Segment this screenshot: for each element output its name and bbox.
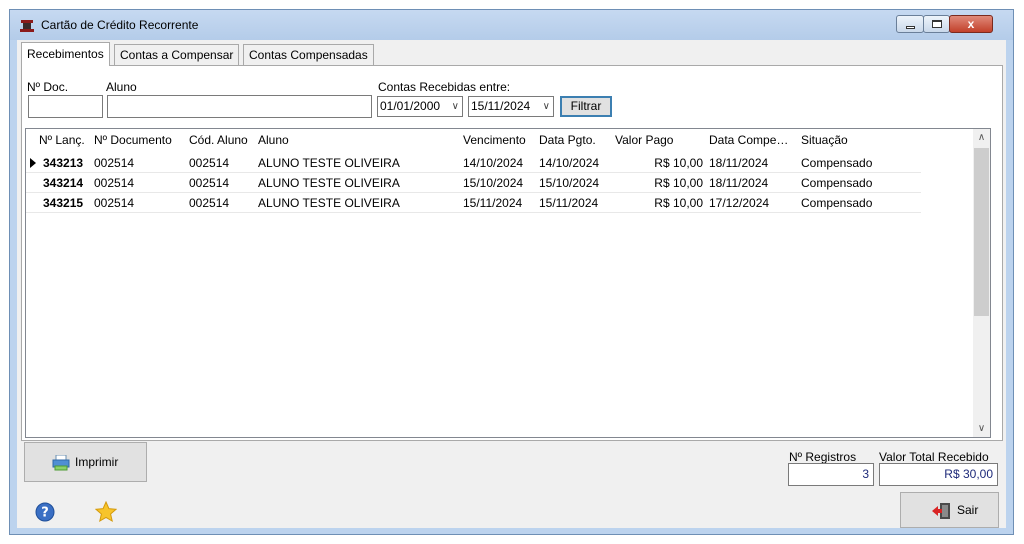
cell-aluno: ALUNO TESTE OLIVEIRA: [258, 176, 400, 190]
doc-label: Nº Doc.: [27, 80, 69, 94]
aluno-input[interactable]: [107, 95, 372, 118]
cell-cod-aluno: 002514: [189, 176, 230, 190]
cell-lanc: 343215: [43, 196, 84, 210]
title-bar[interactable]: Cartão de Crédito Recorrente x: [10, 10, 1013, 40]
current-row-indicator-icon: [30, 158, 36, 168]
cell-vencimento: 15/11/2024: [463, 196, 523, 210]
app-icon: [20, 20, 34, 32]
total-label: Valor Total Recebido: [879, 450, 989, 464]
chevron-down-icon[interactable]: ∨: [543, 97, 550, 116]
cell-valor-pago: R$ 10,00: [654, 156, 703, 170]
maximize-icon: [932, 20, 942, 28]
cell-data-compensacao: 17/12/2024: [709, 196, 770, 210]
cell-lanc: 343214: [43, 176, 84, 190]
cell-cod-aluno: 002514: [189, 156, 230, 170]
records-label: Nº Registros: [789, 450, 857, 464]
doc-number-input[interactable]: [28, 95, 103, 118]
window-title: Cartão de Crédito Recorrente: [41, 18, 199, 32]
printer-icon: [52, 455, 70, 471]
column-header-aluno[interactable]: Aluno: [258, 133, 289, 147]
minimize-button[interactable]: [896, 15, 924, 33]
scroll-down-icon[interactable]: ∨: [973, 423, 990, 434]
vertical-scrollbar[interactable]: ∧ ∨: [973, 129, 990, 437]
cell-data-pgto: 14/10/2024: [539, 156, 600, 170]
maximize-button[interactable]: [923, 15, 950, 33]
minimize-icon: [906, 26, 915, 29]
cell-aluno: ALUNO TESTE OLIVEIRA: [258, 196, 400, 210]
table-row[interactable]: 343215 002514 002514 ALUNO TESTE OLIVEIR…: [26, 193, 921, 213]
column-header-data-pgto[interactable]: Data Pgto.: [539, 133, 596, 147]
date-from-picker[interactable]: 01/01/2000 ∨: [377, 96, 463, 117]
cell-documento: 002514: [94, 196, 135, 210]
cell-situacao: Compensado: [801, 196, 873, 210]
cell-data-compensacao: 18/11/2024: [709, 176, 769, 190]
cell-vencimento: 14/10/2024: [463, 156, 524, 170]
column-header-data-compensacao[interactable]: Data Compe…: [709, 133, 788, 147]
grid-header: Nº Lanç. Nº Documento Cód. Aluno Aluno V…: [26, 129, 921, 151]
receipts-grid[interactable]: Nº Lanç. Nº Documento Cód. Aluno Aluno V…: [25, 128, 991, 438]
cell-valor-pago: R$ 10,00: [654, 196, 703, 210]
exit-door-icon: [932, 503, 950, 519]
cell-documento: 002514: [94, 176, 135, 190]
cell-cod-aluno: 002514: [189, 196, 230, 210]
cell-valor-pago: R$ 10,00: [654, 176, 703, 190]
window-client-area: Recebimentos Contas a Compensar Contas C…: [17, 40, 1006, 528]
cell-situacao: Compensado: [801, 176, 873, 190]
column-header-lanc[interactable]: Nº Lanç.: [39, 133, 85, 147]
column-header-documento[interactable]: Nº Documento: [94, 133, 172, 147]
column-header-vencimento[interactable]: Vencimento: [463, 133, 526, 147]
cell-lanc: 343213: [43, 156, 84, 170]
close-button[interactable]: x: [949, 15, 993, 33]
cell-vencimento: 15/10/2024: [463, 176, 524, 190]
date-to-value: 15/11/2024: [471, 99, 531, 113]
tab-contas-a-compensar[interactable]: Contas a Compensar: [114, 44, 240, 65]
tab-recebimentos[interactable]: Recebimentos: [21, 42, 110, 66]
help-icon[interactable]: ?: [35, 502, 55, 522]
column-header-situacao[interactable]: Situação: [801, 133, 848, 147]
cell-data-pgto: 15/10/2024: [539, 176, 600, 190]
cell-data-compensacao: 18/11/2024: [709, 156, 769, 170]
svg-text:?: ?: [41, 506, 49, 521]
date-from-value: 01/01/2000: [380, 99, 441, 113]
column-header-valor-pago[interactable]: Valor Pago: [615, 133, 673, 147]
cell-situacao: Compensado: [801, 156, 873, 170]
print-button[interactable]: Imprimir: [24, 442, 147, 482]
print-button-label: Imprimir: [75, 455, 119, 469]
total-value-field: R$ 30,00: [879, 463, 998, 486]
cell-aluno: ALUNO TESTE OLIVEIRA: [258, 156, 400, 170]
exit-button-label: Sair: [957, 503, 979, 517]
date-range-label: Contas Recebidas entre:: [378, 80, 511, 94]
application-window: Cartão de Crédito Recorrente x Recebimen…: [9, 9, 1014, 535]
date-to-picker[interactable]: 15/11/2024 ∨: [468, 96, 554, 117]
table-row[interactable]: 343213 002514 002514 ALUNO TESTE OLIVEIR…: [26, 153, 921, 173]
tab-contas-compensadas[interactable]: Contas Compensadas: [243, 44, 374, 65]
table-row[interactable]: 343214 002514 002514 ALUNO TESTE OLIVEIR…: [26, 173, 921, 193]
column-header-cod-aluno[interactable]: Cód. Aluno: [189, 133, 248, 147]
records-count-field: 3: [788, 463, 874, 486]
close-icon: x: [967, 17, 975, 31]
filter-button[interactable]: Filtrar: [560, 96, 612, 117]
cell-documento: 002514: [94, 156, 135, 170]
cell-data-pgto: 15/11/2024: [539, 196, 599, 210]
scroll-up-icon[interactable]: ∧: [973, 132, 990, 143]
aluno-label: Aluno: [106, 80, 137, 94]
scrollbar-thumb[interactable]: [974, 148, 989, 316]
star-icon[interactable]: [95, 501, 117, 523]
exit-button[interactable]: Sair: [900, 492, 999, 528]
chevron-down-icon[interactable]: ∨: [452, 97, 459, 116]
